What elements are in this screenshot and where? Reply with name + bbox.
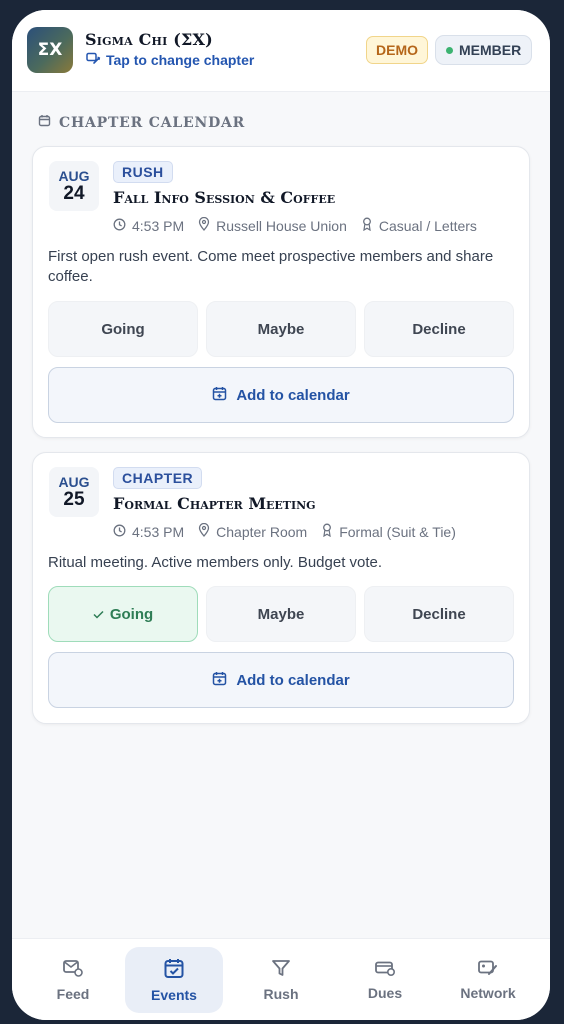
event-description: First open rush event. Come meet prospec… (48, 248, 494, 285)
dress-code-icon (361, 217, 373, 234)
clock-icon (113, 524, 126, 540)
event-title: Fall Info Session & Coffee (113, 188, 336, 207)
event-month: AUG (58, 474, 90, 490)
event-card: AUG 24 RUSH Fall Info Session & Coffee 4… (32, 146, 530, 438)
rsvp-decline-button[interactable]: Decline (364, 586, 514, 642)
change-chapter-label: Tap to change chapter (106, 52, 255, 68)
event-location: Russell House Union (216, 217, 347, 234)
network-icon (477, 959, 499, 980)
event-title: Formal Chapter Meeting (113, 494, 316, 513)
event-day: 24 (63, 183, 85, 204)
location-pin-icon (198, 216, 210, 234)
funnel-icon (271, 958, 291, 981)
section-title: CHAPTER CALENDAR (38, 114, 245, 131)
nav-item-events[interactable]: Events (125, 947, 223, 1013)
chapter-logo[interactable]: ΣX (27, 27, 73, 73)
rsvp-going-label: Going (109, 605, 154, 623)
checkmark-icon (93, 606, 104, 623)
demo-badge: DEMO (366, 36, 428, 64)
rsvp-going-button[interactable]: Going (48, 301, 198, 357)
app-header: ΣX Sigma Chi (ΣX) Tap to change chapter … (12, 10, 550, 92)
rsvp-going-button[interactable]: Going (48, 586, 198, 642)
rsvp-group: Going Maybe Decline (48, 586, 514, 642)
nav-label-network: Network (460, 985, 516, 1001)
status-dot-icon (446, 46, 453, 54)
add-to-calendar-button[interactable]: Add to calendar (48, 367, 514, 423)
add-to-calendar-label: Add to calendar (236, 671, 350, 689)
event-time: 4:53 PM (132, 523, 185, 540)
calendar-check-icon (163, 957, 185, 982)
location-pin-icon (198, 522, 210, 540)
member-badge-label: MEMBER (459, 42, 522, 58)
event-month: AUG (58, 168, 90, 184)
nav-label-dues: Dues (367, 985, 403, 1001)
nav-item-dues[interactable]: Dues (336, 947, 434, 1013)
nav-label-feed: Feed (56, 986, 90, 1002)
wallet-icon (374, 959, 396, 980)
event-meta: 4:53 PM Chapter Room Formal (Suit & Tie) (113, 522, 470, 540)
event-card: AUG 25 CHAPTER Formal Chapter Meeting 4:… (32, 452, 530, 724)
event-dress-code: Casual / Letters (378, 217, 477, 234)
app-screen: ΣX Sigma Chi (ΣX) Tap to change chapter … (12, 10, 550, 1020)
nav-label-events: Events (151, 987, 197, 1003)
event-location: Chapter Room (216, 523, 308, 540)
rsvp-decline-button[interactable]: Decline (364, 301, 514, 357)
feed-icon (62, 958, 84, 981)
org-name: Sigma Chi (ΣX) (85, 30, 213, 49)
rsvp-maybe-button[interactable]: Maybe (206, 301, 356, 357)
event-day: 25 (63, 489, 85, 510)
rsvp-maybe-label: Maybe (257, 605, 305, 623)
calendar-plus-icon (212, 386, 227, 405)
add-to-calendar-button[interactable]: Add to calendar (48, 652, 514, 708)
rsvp-group: Going Maybe Decline (48, 301, 514, 357)
swap-chapter-icon (86, 52, 101, 68)
rsvp-going-label: Going (101, 320, 145, 338)
event-tag: RUSH (113, 161, 173, 183)
calendar-plus-icon (212, 671, 227, 690)
event-date: AUG 24 (49, 161, 99, 211)
clock-icon (113, 218, 126, 234)
change-chapter-link[interactable]: Tap to change chapter (86, 52, 254, 68)
dress-code-icon (321, 523, 333, 540)
event-time: 4:53 PM (132, 217, 185, 234)
section-title-label: CHAPTER CALENDAR (59, 114, 246, 131)
event-dress-code: Formal (Suit & Tie) (339, 523, 456, 540)
event-description: Ritual meeting. Active members only. Bud… (48, 554, 383, 571)
event-date: AUG 25 (49, 467, 99, 517)
add-to-calendar-label: Add to calendar (236, 386, 350, 404)
rsvp-decline-label: Decline (412, 320, 466, 338)
nav-label-rush: Rush (263, 986, 299, 1002)
nav-item-network[interactable]: Network (439, 947, 537, 1013)
rsvp-maybe-label: Maybe (257, 320, 305, 338)
event-tag: CHAPTER (113, 467, 203, 489)
member-badge: MEMBER (435, 35, 533, 65)
rsvp-maybe-button[interactable]: Maybe (206, 586, 356, 642)
nav-item-feed[interactable]: Feed (24, 947, 122, 1013)
rsvp-decline-label: Decline (412, 605, 466, 623)
bottom-nav: Feed Events Rush Dues Network (12, 938, 550, 1020)
calendar-icon (38, 114, 51, 131)
event-meta: 4:53 PM Russell House Union Casual / Let… (113, 216, 491, 234)
nav-item-rush[interactable]: Rush (232, 947, 330, 1013)
